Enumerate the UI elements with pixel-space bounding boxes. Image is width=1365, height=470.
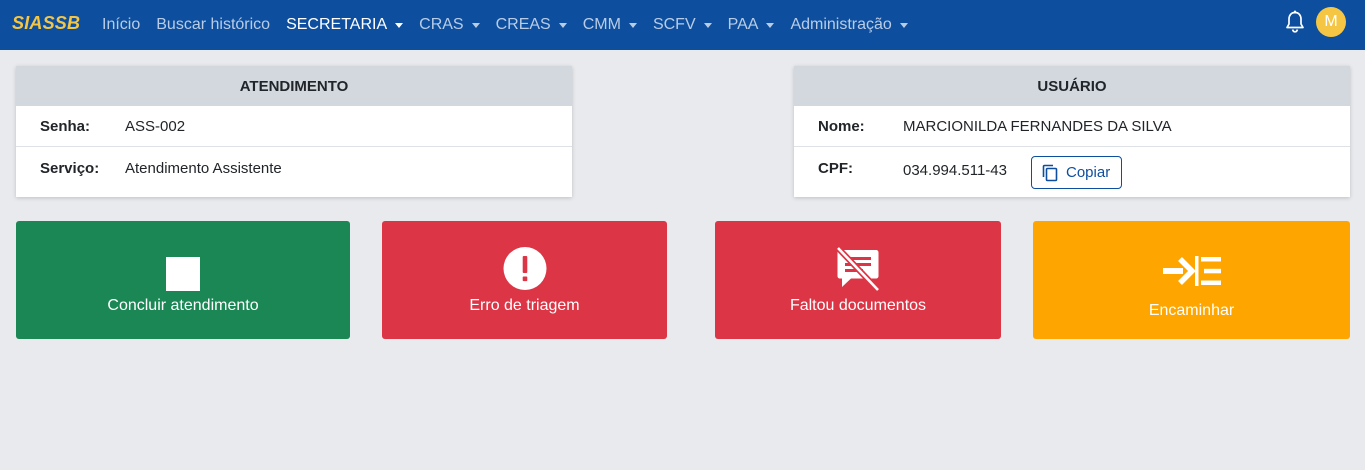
top-navbar: SIASSB Início Buscar histórico SECRETARI… [0,0,1365,50]
cpf-value[interactable]: 034.994.511-43 [903,162,1007,179]
no-documents-icon [835,246,881,292]
action-label: Faltou documentos [789,297,927,314]
card-title: ATENDIMENTO [16,66,572,106]
senha-row: Senha: ASS-002 [16,106,572,147]
nav-item-label: SECRETARIA [286,16,388,33]
nav-menu: Início Buscar histórico SECRETARIA CRAS … [102,0,924,50]
caret-down-icon [558,23,567,28]
card-title: USUÁRIO [794,66,1350,106]
caret-down-icon [899,23,908,28]
concluir-atendimento-button[interactable]: Concluir atendimento [16,221,350,339]
nav-item-inicio[interactable]: Início [102,16,140,34]
caret-down-icon [628,23,637,28]
cpf-row: CPF: 034.994.511-43 Copiar [794,147,1350,197]
nav-item-administracao[interactable]: Administração [790,16,908,34]
action-label: Encaminhar [1148,302,1235,319]
exclamation-circle-icon [503,247,546,290]
nav-item-label: Administração [790,16,892,33]
nav-item-cmm[interactable]: CMM [583,16,637,34]
senha-value: ASS-002 [125,118,186,135]
nav-item-cras[interactable]: CRAS [419,16,480,34]
servico-label: Serviço: [40,160,100,177]
encaminhar-button[interactable]: Encaminhar [1033,221,1350,339]
erro-triagem-button[interactable]: Erro de triagem [382,221,667,339]
nav-item-label: SCFV [652,16,696,33]
nav-item-label: Início [102,16,141,33]
stop-square-icon [166,257,200,291]
nav-item-buscar-historico[interactable]: Buscar histórico [156,16,270,34]
nav-item-paa[interactable]: PAA [728,16,775,34]
brand-logo[interactable]: SIASSB [12,13,80,34]
action-label: Concluir atendimento [107,297,259,314]
nome-value: MARCIONILDA FERNANDES DA SILVA [903,118,1172,135]
cpf-label: CPF: [818,160,853,177]
nav-item-creas[interactable]: CREAS [496,16,567,34]
action-label: Erro de triagem [469,297,580,314]
nav-item-label: CREAS [495,16,551,33]
copy-button-label: Copiar [1066,164,1111,181]
nav-item-label: CRAS [419,16,464,33]
caret-down-icon [471,23,480,28]
bell-icon[interactable] [1284,10,1306,34]
nav-item-label: PAA [727,16,759,33]
atendimento-card: ATENDIMENTO Senha: ASS-002 Serviço: Aten… [16,66,572,197]
servico-row: Serviço: Atendimento Assistente [16,147,572,197]
forward-list-icon [1162,256,1221,286]
nav-item-secretaria[interactable]: SECRETARIA [286,16,404,34]
usuario-card: USUÁRIO Nome: MARCIONILDA FERNANDES DA S… [794,66,1350,197]
nav-item-label: CMM [582,16,621,33]
user-avatar[interactable]: M [1316,7,1346,37]
servico-value: Atendimento Assistente [125,160,282,177]
faltou-documentos-button[interactable]: Faltou documentos [715,221,1001,339]
caret-down-icon [395,23,404,28]
copy-icon [1042,164,1058,181]
senha-label: Senha: [40,118,91,135]
copy-cpf-button[interactable]: Copiar [1031,156,1122,189]
nome-label: Nome: [818,118,865,135]
caret-down-icon [703,23,712,28]
nav-item-label: Buscar histórico [156,16,271,33]
caret-down-icon [766,23,775,28]
nav-item-scfv[interactable]: SCFV [653,16,712,34]
nome-row: Nome: MARCIONILDA FERNANDES DA SILVA [794,106,1350,147]
